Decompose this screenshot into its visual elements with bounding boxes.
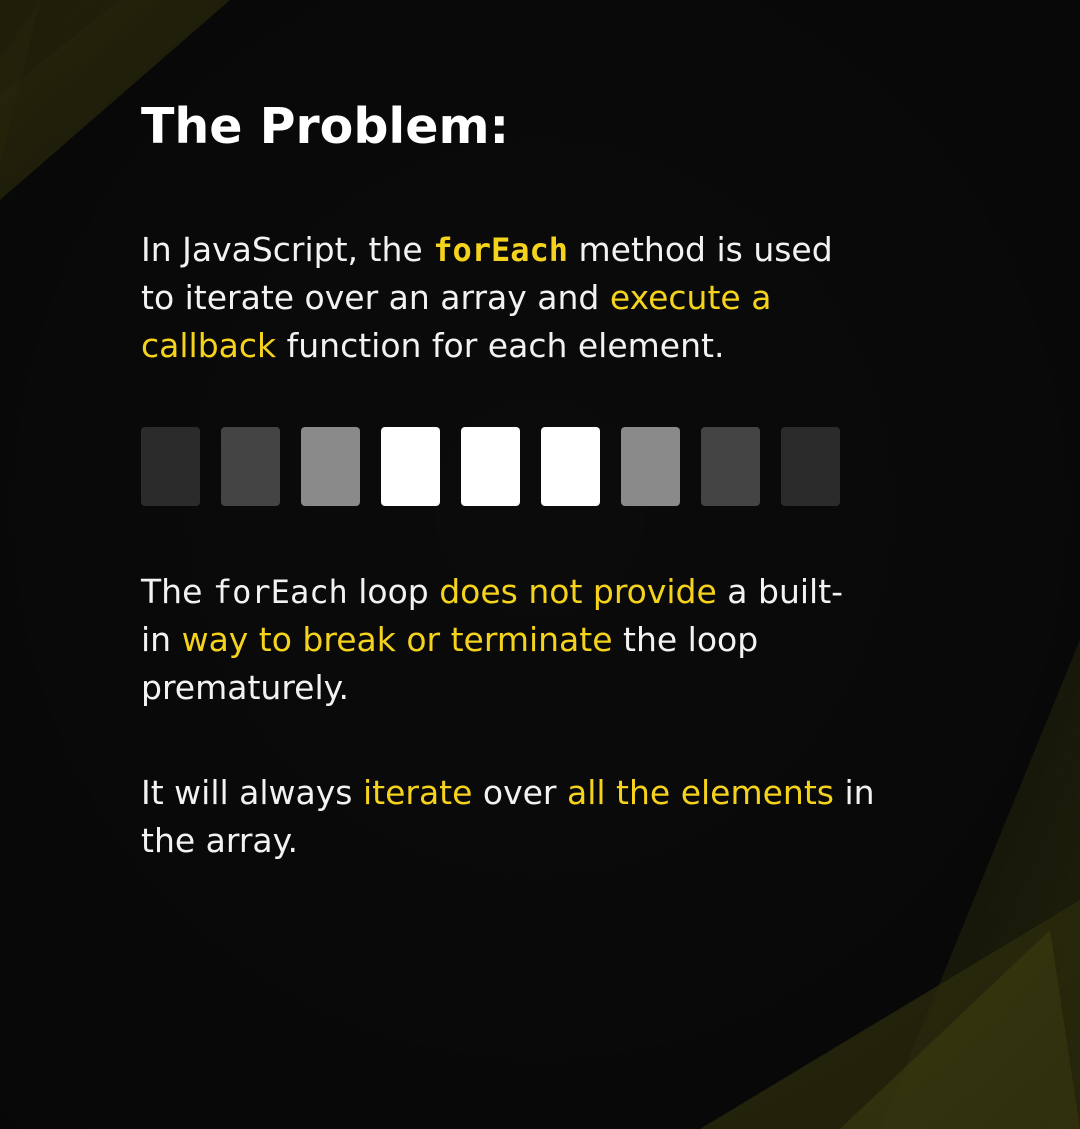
highlight-text: iterate — [362, 773, 473, 812]
background-decoration — [0, 0, 1080, 1129]
page-title: The Problem: — [141, 98, 510, 155]
text-run: in — [141, 620, 182, 659]
highlight-text: way to break or terminate — [181, 620, 613, 659]
array-cell — [221, 427, 280, 506]
text-run: loop — [347, 572, 440, 611]
intro-paragraph: In JavaScript, the forEach method is use… — [141, 226, 833, 370]
array-cell — [781, 427, 840, 506]
text-run: over — [472, 773, 567, 812]
text-run: function for each element. — [276, 326, 725, 365]
limitation-paragraph: The forEach loop does not provide a buil… — [141, 568, 843, 712]
highlight-text: execute a — [609, 278, 772, 317]
slide: The Problem: In JavaScript, the forEach … — [0, 0, 1080, 1129]
array-cell — [621, 427, 680, 506]
array-visual — [141, 427, 841, 507]
text-run: a built- — [716, 572, 844, 611]
text-run: method is used — [568, 230, 833, 269]
text-run: the array. — [141, 821, 298, 860]
text-run: The — [141, 572, 213, 611]
code-foreach: forEach — [433, 231, 569, 269]
array-cell — [141, 427, 200, 506]
text-run: prematurely. — [141, 668, 349, 707]
array-cell — [381, 427, 440, 506]
code-foreach: forEach — [212, 573, 348, 611]
text-run: the loop — [612, 620, 759, 659]
text-run: to iterate over an array and — [141, 278, 610, 317]
array-cell — [701, 427, 760, 506]
highlight-text: all the elements — [567, 773, 834, 812]
iteration-paragraph: It will always iterate over all the elem… — [141, 769, 875, 865]
highlight-text: callback — [141, 326, 277, 365]
array-cell — [461, 427, 520, 506]
highlight-text: does not provide — [439, 572, 717, 611]
text-run: In JavaScript, the — [141, 230, 434, 269]
array-cell — [541, 427, 600, 506]
text-run: It will always — [141, 773, 363, 812]
array-cell — [301, 427, 360, 506]
text-run: in — [833, 773, 875, 812]
